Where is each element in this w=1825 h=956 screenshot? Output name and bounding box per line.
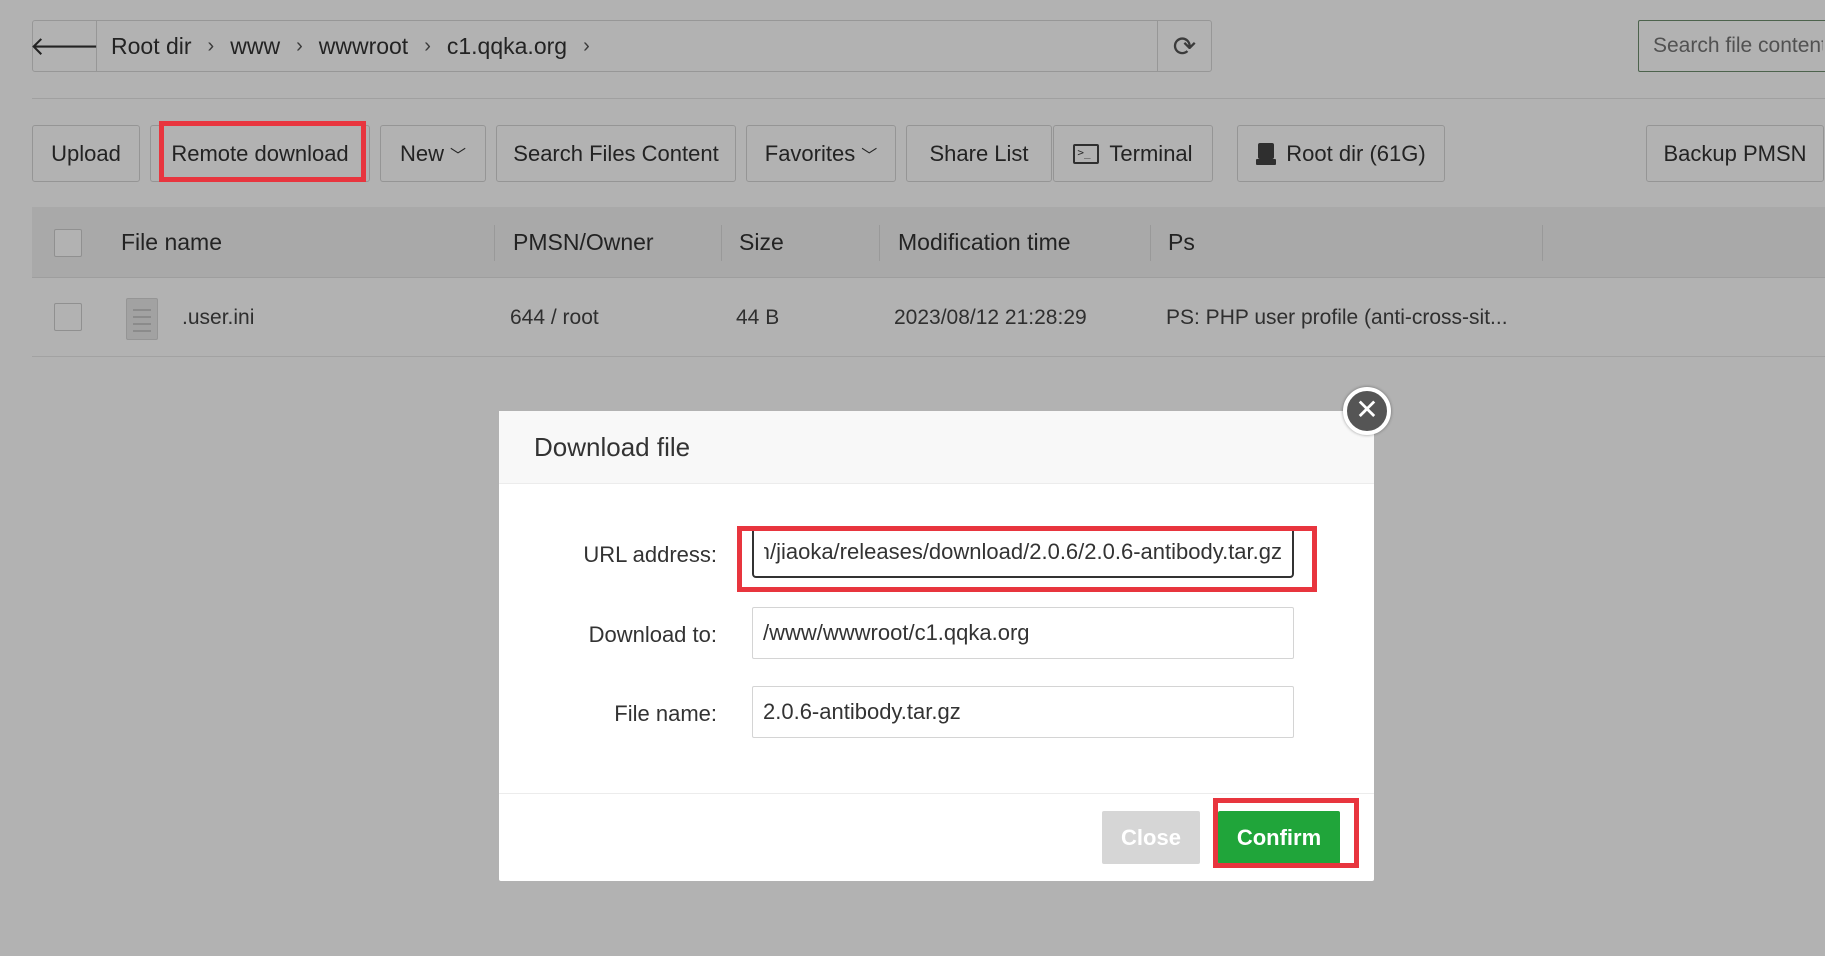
dialog-close-button[interactable]: ✕	[1343, 387, 1391, 435]
dialog-title: Download file	[499, 411, 1374, 484]
dialog-footer-divider	[499, 793, 1374, 794]
confirm-button[interactable]: Confirm	[1218, 811, 1340, 864]
close-icon: ✕	[1355, 394, 1379, 425]
download-to-label: Download to:	[588, 622, 717, 647]
file-manager-page: 🡐 Root dir › www › wwwroot › c1.qqka.org…	[0, 0, 1825, 956]
download-file-dialog: Download file ✕ URL address: Download to…	[499, 387, 1391, 881]
url-address-input[interactable]	[752, 526, 1294, 578]
file-name-label: File name:	[614, 701, 717, 726]
url-address-label: URL address:	[583, 542, 717, 567]
close-button[interactable]: Close	[1102, 811, 1200, 864]
file-name-input[interactable]	[752, 686, 1294, 738]
download-to-input[interactable]	[752, 607, 1294, 659]
